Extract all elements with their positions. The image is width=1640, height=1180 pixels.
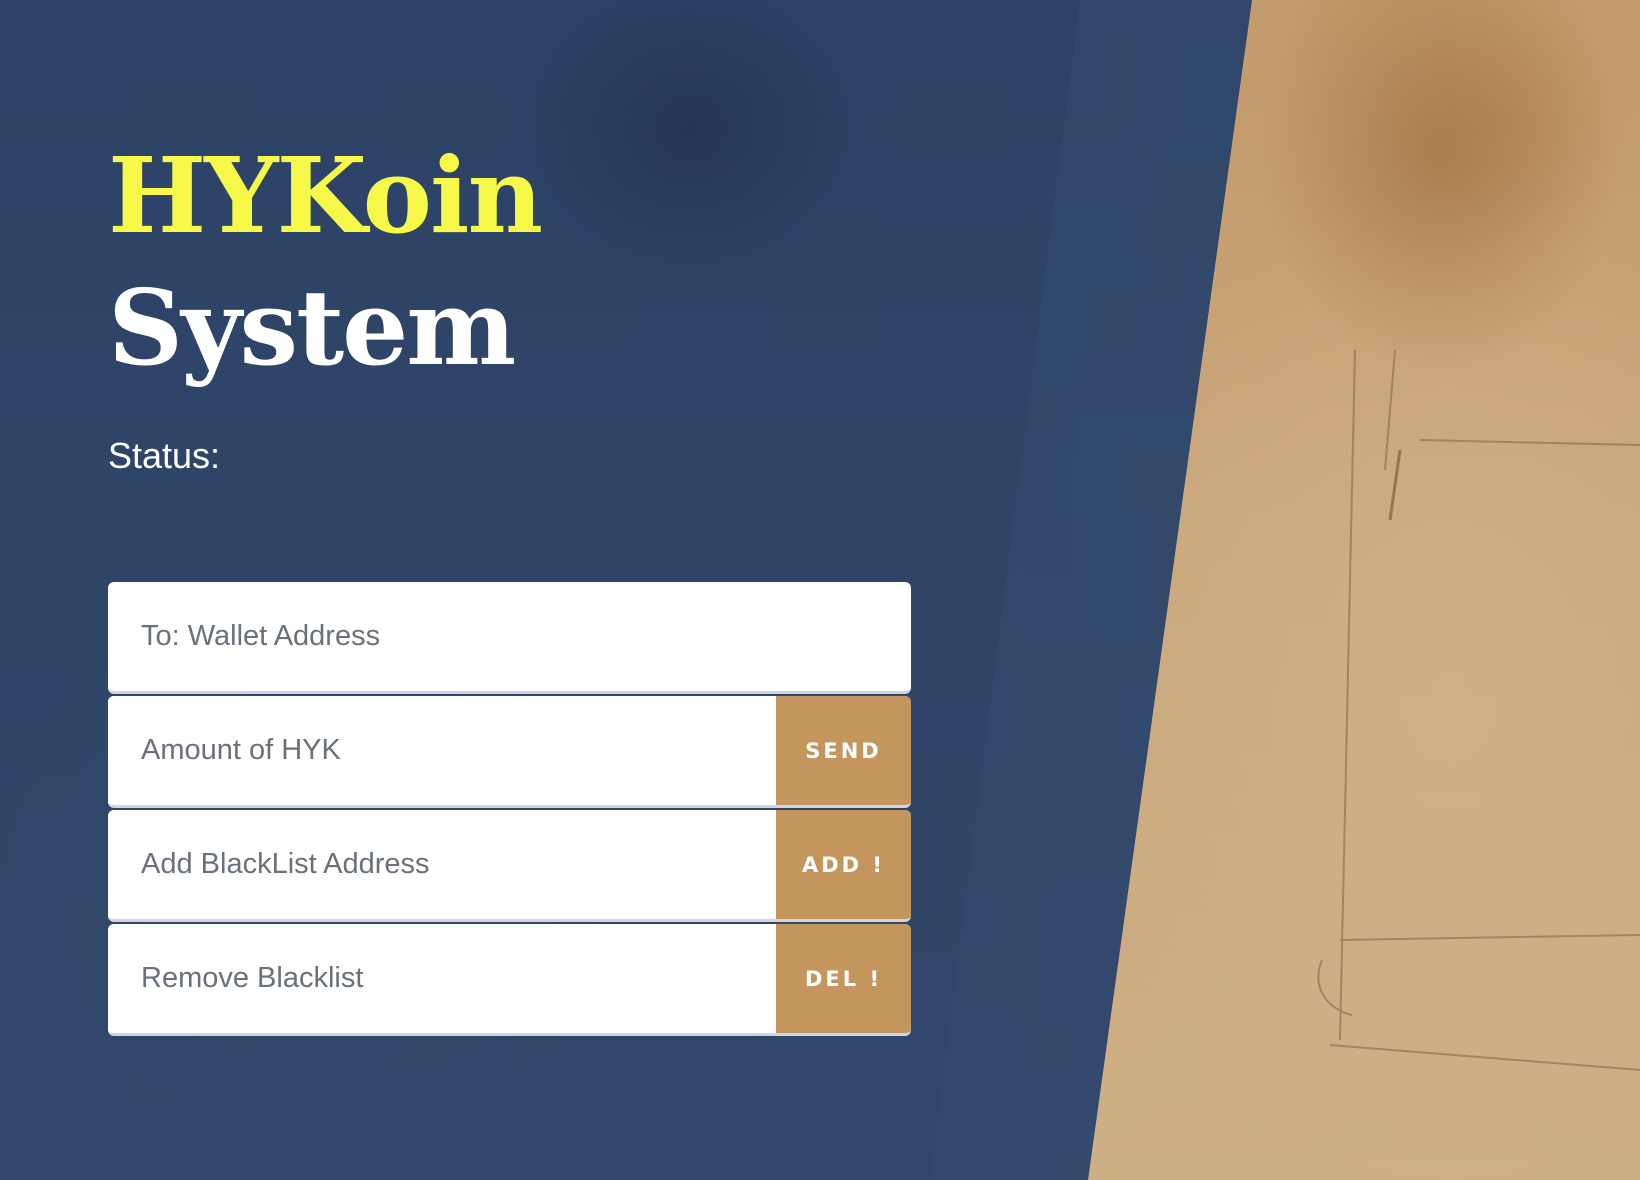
app-title-line2: System (108, 266, 516, 389)
wallet-address-row (108, 582, 911, 694)
page: HYKoin System Status: SEND ADD ! DEL ! (0, 0, 1640, 1180)
amount-input[interactable] (108, 696, 776, 805)
transaction-form: SEND ADD ! DEL ! (108, 582, 911, 1038)
remove-blacklist-row: DEL ! (108, 924, 911, 1036)
wallet-address-input[interactable] (108, 582, 911, 691)
add-blacklist-button[interactable]: ADD ! (776, 810, 911, 919)
status-label: Status: (108, 435, 221, 476)
app-title-line1: HYKoin (108, 134, 543, 257)
app-title: HYKoin System (108, 130, 543, 394)
amount-row: SEND (108, 696, 911, 808)
status-row: Status: (108, 435, 220, 477)
add-blacklist-row: ADD ! (108, 810, 911, 922)
remove-blacklist-button[interactable]: DEL ! (776, 924, 911, 1033)
remove-blacklist-input[interactable] (108, 924, 776, 1033)
send-button[interactable]: SEND (776, 696, 911, 805)
add-blacklist-input[interactable] (108, 810, 776, 919)
